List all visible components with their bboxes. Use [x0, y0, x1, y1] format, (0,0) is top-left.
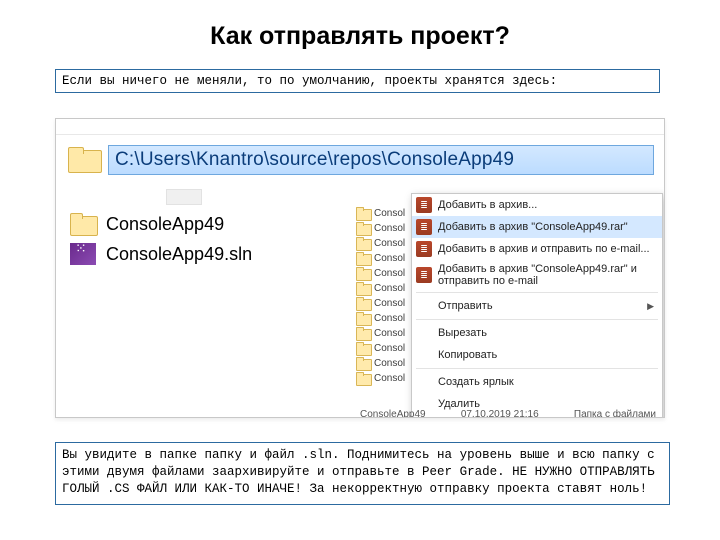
bg-label: Consol	[374, 328, 405, 339]
meta-type: Папка с файлами	[574, 409, 656, 418]
menu-label: Копировать	[438, 349, 497, 361]
menu-separator	[416, 319, 658, 320]
bg-folder-row: Consol	[356, 282, 416, 294]
intro-text: Если вы ничего не меняли, то по умолчани…	[62, 74, 557, 88]
address-row: C:\Users\Knantro\source\repos\ConsoleApp…	[56, 135, 664, 183]
menu-label: Отправить	[438, 300, 493, 312]
folder-icon	[356, 327, 370, 339]
list-item[interactable]: ConsoleApp49	[70, 209, 300, 239]
bg-folder-row: Consol	[356, 327, 416, 339]
item-label: ConsoleApp49.sln	[106, 244, 252, 265]
file-list: ConsoleApp49 ConsoleApp49.sln	[70, 209, 300, 269]
address-path: C:\Users\Knantro\source\repos\ConsoleApp…	[115, 149, 514, 171]
menu-item-create-shortcut[interactable]: Создать ярлык	[412, 371, 662, 393]
meta-name: ConsoleApp49	[360, 409, 426, 418]
menu-label: Вырезать	[438, 327, 487, 339]
menu-label: Добавить в архив и отправить по e-mail..…	[438, 243, 650, 255]
folder-icon	[356, 222, 370, 234]
bg-label: Consol	[374, 283, 405, 294]
bg-label: Consol	[374, 298, 405, 309]
folder-icon	[356, 207, 370, 219]
menu-separator	[416, 368, 658, 369]
menu-item-copy[interactable]: Копировать	[412, 344, 662, 366]
menu-label: Добавить в архив "ConsoleApp49.rar" и от…	[438, 263, 654, 287]
bg-label: Consol	[374, 313, 405, 324]
menu-item-add-archive-named[interactable]: Добавить в архив "ConsoleApp49.rar"	[412, 216, 662, 238]
folder-icon	[356, 252, 370, 264]
menu-label: Добавить в архив...	[438, 199, 537, 211]
blank-icon	[416, 298, 432, 314]
footer-box: Вы увидите в папке папку и файл .sln. По…	[55, 442, 670, 505]
list-item[interactable]: ConsoleApp49.sln	[70, 239, 300, 269]
address-bar[interactable]: C:\Users\Knantro\source\repos\ConsoleApp…	[108, 145, 654, 175]
bg-folder-row: Consol	[356, 297, 416, 309]
bg-label: Consol	[374, 208, 405, 219]
rar-icon	[416, 267, 432, 283]
menu-label: Создать ярлык	[438, 376, 514, 388]
folder-icon	[356, 312, 370, 324]
bg-folder-row: Consol	[356, 237, 416, 249]
folder-icon	[356, 237, 370, 249]
bg-label: Consol	[374, 253, 405, 264]
menu-item-cut[interactable]: Вырезать	[412, 322, 662, 344]
bg-label: Consol	[374, 373, 405, 384]
bg-label: Consol	[374, 358, 405, 369]
bg-folder-row: Consol	[356, 312, 416, 324]
page-title: Как отправлять проект?	[0, 0, 720, 57]
rar-icon	[416, 219, 432, 235]
menu-label: Добавить в архив "ConsoleApp49.rar"	[438, 221, 628, 233]
blank-icon	[416, 347, 432, 363]
background-folder-stack: Consol Consol Consol Consol Consol Consol Cons…	[356, 207, 416, 384]
folder-icon	[356, 372, 370, 384]
menu-item-archive-email[interactable]: Добавить в архив и отправить по e-mail..…	[412, 238, 662, 260]
intro-box: Если вы ничего не меняли, то по умолчани…	[55, 69, 660, 93]
context-menu: Добавить в архив... Добавить в архив "Co…	[411, 193, 663, 418]
blank-icon	[416, 374, 432, 390]
bg-label: Consol	[374, 343, 405, 354]
bg-folder-row: Consol	[356, 267, 416, 279]
menu-item-archive-named-email[interactable]: Добавить в архив "ConsoleApp49.rar" и от…	[412, 260, 662, 290]
menu-separator	[416, 292, 658, 293]
bg-folder-row: Consol	[356, 252, 416, 264]
item-label: ConsoleApp49	[106, 214, 224, 235]
bg-folder-row: Consol	[356, 357, 416, 369]
chevron-right-icon: ▶	[647, 301, 654, 312]
selected-row-meta: ConsoleApp49 07.10.2019 21:16 Папка с фа…	[356, 409, 660, 418]
bg-folder-row: Consol	[356, 207, 416, 219]
rar-icon	[416, 241, 432, 257]
meta-date: 07.10.2019 21:16	[461, 409, 539, 418]
readonly-pill	[166, 189, 202, 205]
folder-icon	[70, 213, 96, 235]
menu-item-send[interactable]: Отправить ▶	[412, 295, 662, 317]
folder-icon	[356, 297, 370, 309]
blank-icon	[416, 325, 432, 341]
sln-icon	[70, 243, 96, 265]
bg-label: Consol	[374, 268, 405, 279]
menu-item-add-archive[interactable]: Добавить в архив...	[412, 194, 662, 216]
explorer-screenshot: C:\Users\Knantro\source\repos\ConsoleApp…	[55, 118, 665, 418]
bg-folder-row: Consol	[356, 342, 416, 354]
folder-icon	[356, 357, 370, 369]
folder-icon	[68, 147, 100, 173]
bg-folder-row: Consol	[356, 222, 416, 234]
explorer-content: ConsoleApp49 ConsoleApp49.sln ConsolCons…	[56, 183, 664, 418]
bg-label: Consol	[374, 223, 405, 234]
folder-icon	[356, 282, 370, 294]
footer-text: Вы увидите в папке папку и файл .sln. По…	[62, 448, 655, 496]
bg-label: Consol	[374, 238, 405, 249]
folder-icon	[356, 267, 370, 279]
folder-icon	[356, 342, 370, 354]
bg-folder-row: Consol	[356, 372, 416, 384]
window-top-strip	[56, 119, 664, 135]
rar-icon	[416, 197, 432, 213]
